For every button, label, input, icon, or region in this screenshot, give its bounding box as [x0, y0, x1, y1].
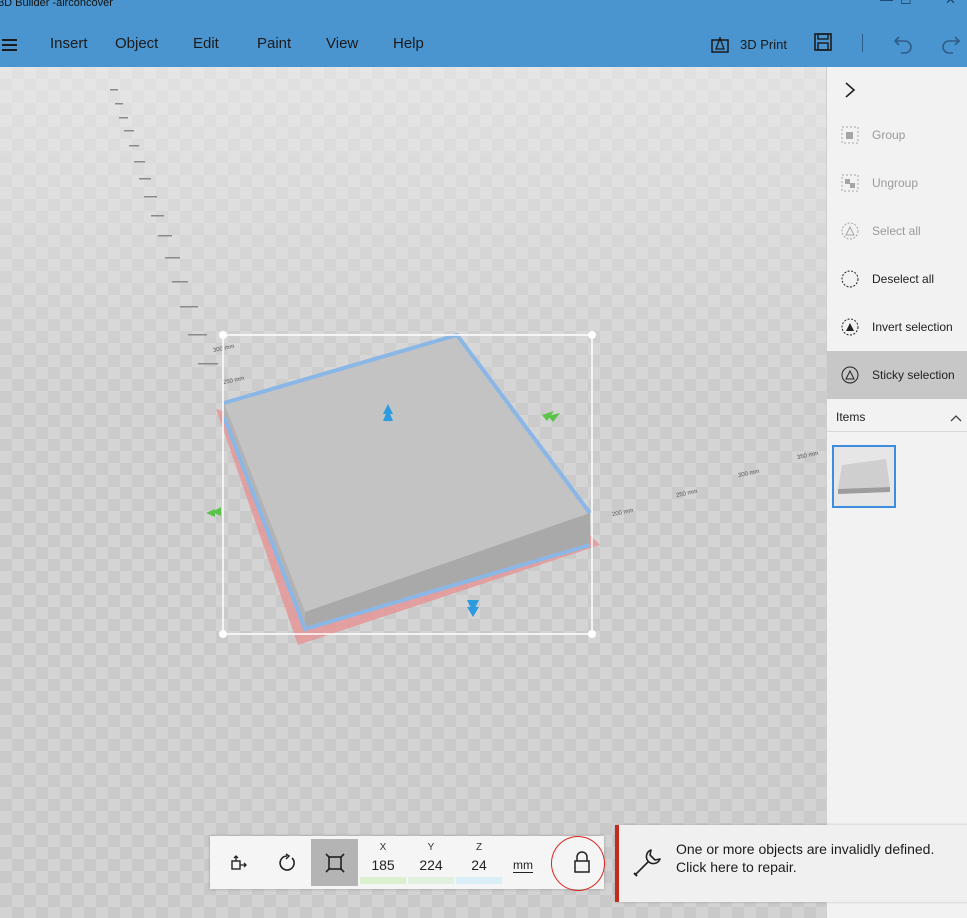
repair-notification[interactable]: One or more objects are invalidly define… — [615, 825, 967, 902]
save-icon[interactable] — [813, 32, 833, 52]
minimize-button[interactable]: — — [880, 0, 893, 6]
z-dimension[interactable]: Z 24 — [456, 840, 502, 886]
z-axis-color-bar — [456, 877, 502, 884]
group-button[interactable]: Group — [827, 111, 967, 159]
y-dimension[interactable]: Y 224 — [408, 840, 454, 886]
notification-repair-link[interactable]: Click here to repair. — [676, 859, 797, 875]
unit-selector[interactable]: mm — [513, 859, 533, 873]
3d-print-label: 3D Print — [740, 36, 787, 52]
maximize-button[interactable]: ☐ — [900, 0, 912, 6]
undo-icon[interactable] — [892, 32, 914, 54]
printer-icon — [711, 36, 729, 53]
deselect-all-label: Deselect all — [872, 272, 935, 286]
hamburger-menu-icon[interactable] — [2, 39, 17, 54]
x-value: 185 — [371, 857, 395, 873]
invert-selection-button[interactable]: Invert selection — [827, 303, 967, 351]
x-dimension[interactable]: X 185 — [360, 840, 406, 886]
3d-viewport[interactable]: 300 mm 250 mm 200 mm 250 mm 300 mm 350 m… — [0, 67, 826, 918]
y-axis-color-bar — [408, 877, 454, 884]
select-all-label: Select all — [872, 224, 921, 238]
z-value: 24 — [471, 857, 487, 873]
z-label: Z — [475, 842, 483, 853]
ungroup-button[interactable]: Ungroup — [827, 159, 967, 207]
wrench-icon — [633, 849, 661, 877]
title-bar: 3D Builder -airconcover — ☐ ✕ — [0, 0, 967, 12]
y-label: Y — [427, 842, 435, 853]
menu-insert[interactable]: Insert — [50, 35, 88, 52]
model-thumbnail-image — [838, 459, 890, 494]
redo-icon[interactable] — [940, 32, 962, 54]
transform-toolbar: X 185 Y 224 Z 24 mm — [210, 836, 604, 889]
ungroup-label: Ungroup — [872, 176, 919, 190]
select-all-icon — [841, 222, 859, 240]
menu-edit[interactable]: Edit — [193, 35, 219, 52]
move-icon — [230, 854, 247, 870]
panel-collapse-chevron-icon[interactable] — [844, 81, 856, 99]
items-collapse-chevron-icon[interactable] — [950, 414, 962, 422]
menu-view[interactable]: View — [326, 35, 358, 52]
deselect-all-button[interactable]: Deselect all — [827, 255, 967, 303]
sticky-selection-icon — [841, 366, 859, 384]
close-button[interactable]: ✕ — [945, 0, 956, 6]
3d-print-button[interactable]: 3D Print — [710, 32, 787, 56]
invert-selection-label: Invert selection — [872, 320, 953, 334]
menu-object[interactable]: Object — [115, 35, 158, 52]
sticky-selection-label: Sticky selection — [872, 368, 955, 382]
deselect-all-icon — [841, 270, 859, 288]
menu-help[interactable]: Help — [393, 35, 424, 52]
menu-bar: Insert Object Edit Paint View Help 3D Pr… — [0, 12, 967, 67]
x-axis-color-bar — [360, 877, 406, 884]
menu-paint[interactable]: Paint — [257, 35, 291, 52]
scale-icon — [324, 852, 345, 873]
group-icon — [841, 126, 859, 144]
items-section-title: Items — [836, 410, 866, 424]
ungroup-icon — [841, 174, 859, 192]
group-label: Group — [872, 128, 906, 142]
item-thumbnail[interactable] — [832, 445, 896, 508]
rotate-button[interactable] — [263, 839, 310, 886]
move-button[interactable] — [215, 839, 262, 886]
model-object[interactable] — [0, 67, 826, 918]
window-title: 3D Builder -airconcover — [0, 0, 113, 9]
notification-message: One or more objects are invalidly define… — [676, 841, 935, 857]
rotate-icon — [278, 852, 295, 871]
y-value: 224 — [419, 857, 443, 873]
select-all-button[interactable]: Select all — [827, 207, 967, 255]
scale-button[interactable] — [311, 839, 358, 886]
items-divider — [827, 431, 967, 432]
x-label: X — [379, 842, 387, 853]
sticky-selection-button[interactable]: Sticky selection — [827, 351, 967, 399]
invert-selection-icon — [841, 318, 859, 336]
toolbar-separator — [862, 34, 863, 52]
selection-panel: Group Ungroup Select all Deselect all In… — [826, 67, 967, 918]
